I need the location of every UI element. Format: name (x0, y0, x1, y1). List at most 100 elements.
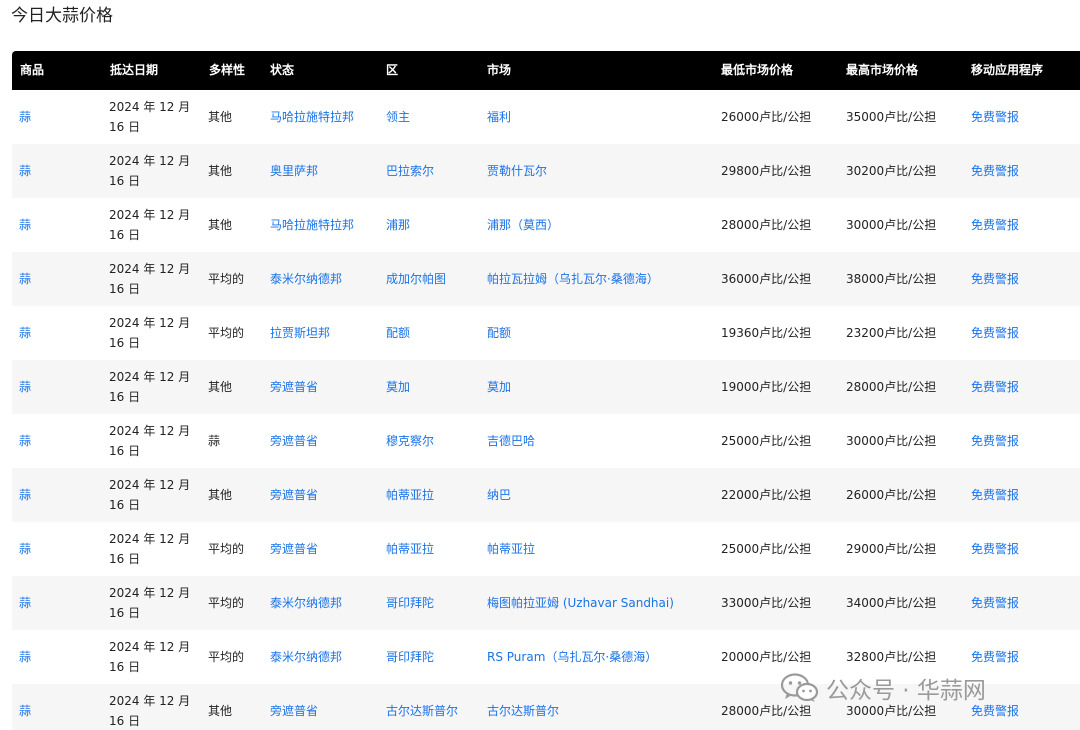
market-link[interactable]: 帕蒂亚拉 (487, 522, 535, 576)
arrival-date: 2024 年 12 月 16 日 (109, 100, 191, 134)
header-min-price: 最低市场价格 (721, 63, 794, 77)
arrival-date: 2024 年 12 月 16 日 (109, 586, 191, 620)
variety-text: 平均的 (208, 542, 245, 556)
variety-text: 其他 (208, 380, 233, 394)
state-link[interactable]: 马哈拉施特拉邦 (270, 198, 354, 252)
commodity-link[interactable]: 蒜 (19, 144, 31, 198)
arrival-date: 2024 年 12 月 16 日 (109, 694, 191, 728)
state-link[interactable]: 拉贾斯坦邦 (270, 306, 330, 360)
district-link[interactable]: 哥印拜陀 (386, 576, 434, 630)
state-link[interactable]: 泰米尔纳德邦 (270, 252, 342, 306)
state-link[interactable]: 旁遮普省 (270, 468, 318, 522)
market-link[interactable]: 浦那（莫西） (487, 198, 559, 252)
arrival-date: 2024 年 12 月 16 日 (109, 208, 191, 242)
commodity-link[interactable]: 蒜 (19, 522, 31, 576)
market-link[interactable]: RS Puram（乌扎瓦尔·桑德海） (487, 630, 657, 684)
district-link[interactable]: 成加尔帕图 (386, 252, 446, 306)
state-link[interactable]: 泰米尔纳德邦 (270, 630, 342, 684)
commodity-link[interactable]: 蒜 (19, 306, 31, 360)
market-link[interactable]: 帕拉瓦拉姆（乌扎瓦尔·桑德海） (487, 252, 659, 306)
district-link[interactable]: 莫加 (386, 360, 410, 414)
free-alert-link[interactable]: 免费警报 (971, 522, 1019, 576)
commodity-link[interactable]: 蒜 (19, 90, 31, 144)
free-alert-link[interactable]: 免费警报 (971, 252, 1019, 306)
arrival-date: 2024 年 12 月 16 日 (109, 154, 191, 188)
min-price: 19360卢比/公担 (721, 326, 812, 340)
market-link[interactable]: 配额 (487, 306, 511, 360)
header-district: 区 (386, 63, 399, 77)
market-link[interactable]: 纳巴 (487, 468, 511, 522)
commodity-link[interactable]: 蒜 (19, 630, 31, 684)
state-link[interactable]: 旁遮普省 (270, 414, 318, 468)
arrival-date: 2024 年 12 月 16 日 (109, 262, 191, 296)
district-link[interactable]: 配额 (386, 306, 410, 360)
variety-text: 其他 (208, 218, 233, 232)
free-alert-link[interactable]: 免费警报 (971, 414, 1019, 468)
district-link[interactable]: 领主 (386, 90, 410, 144)
table-row: 蒜 2024 年 12 月 16 日 蒜 旁遮普省 穆克察尔 吉德巴哈 2500… (12, 414, 1080, 468)
state-link[interactable]: 泰米尔纳德邦 (270, 576, 342, 630)
variety-text: 其他 (208, 488, 233, 502)
district-link[interactable]: 古尔达斯普尔 (386, 684, 458, 730)
table-row: 蒜 2024 年 12 月 16 日 其他 旁遮普省 帕蒂亚拉 纳巴 22000… (12, 468, 1080, 522)
district-link[interactable]: 浦那 (386, 198, 410, 252)
table-body: 蒜 2024 年 12 月 16 日 其他 马哈拉施特拉邦 领主 福利 2600… (12, 90, 1080, 730)
market-link[interactable]: 福利 (487, 90, 511, 144)
arrival-date: 2024 年 12 月 16 日 (109, 424, 191, 458)
min-price: 26000卢比/公担 (721, 110, 812, 124)
table-row: 蒜 2024 年 12 月 16 日 平均的 旁遮普省 帕蒂亚拉 帕蒂亚拉 25… (12, 522, 1080, 576)
free-alert-link[interactable]: 免费警报 (971, 630, 1019, 684)
state-link[interactable]: 旁遮普省 (270, 684, 318, 730)
market-link[interactable]: 贾勒什瓦尔 (487, 144, 547, 198)
table-row: 蒜 2024 年 12 月 16 日 平均的 泰米尔纳德邦 哥印拜陀 梅图帕拉亚… (12, 576, 1080, 630)
free-alert-link[interactable]: 免费警报 (971, 360, 1019, 414)
header-date: 抵达日期 (110, 63, 159, 77)
market-link[interactable]: 古尔达斯普尔 (487, 684, 559, 730)
table-row: 蒜 2024 年 12 月 16 日 其他 旁遮普省 古尔达斯普尔 古尔达斯普尔… (12, 684, 1080, 730)
min-price: 28000卢比/公担 (721, 704, 812, 718)
market-link[interactable]: 吉德巴哈 (487, 414, 535, 468)
market-link[interactable]: 莫加 (487, 360, 511, 414)
commodity-link[interactable]: 蒜 (19, 576, 31, 630)
commodity-link[interactable]: 蒜 (19, 414, 31, 468)
district-link[interactable]: 巴拉索尔 (386, 144, 434, 198)
state-link[interactable]: 旁遮普省 (270, 522, 318, 576)
free-alert-link[interactable]: 免费警报 (971, 684, 1019, 730)
free-alert-link[interactable]: 免费警报 (971, 90, 1019, 144)
district-link[interactable]: 哥印拜陀 (386, 630, 434, 684)
min-price: 29800卢比/公担 (721, 164, 812, 178)
free-alert-link[interactable]: 免费警报 (971, 468, 1019, 522)
variety-text: 其他 (208, 110, 233, 124)
state-link[interactable]: 奥里萨邦 (270, 144, 318, 198)
arrival-date: 2024 年 12 月 16 日 (109, 532, 191, 566)
max-price: 29000卢比/公担 (846, 542, 937, 556)
max-price: 30000卢比/公担 (846, 704, 937, 718)
state-link[interactable]: 旁遮普省 (270, 360, 318, 414)
district-link[interactable]: 帕蒂亚拉 (386, 468, 434, 522)
variety-text: 平均的 (208, 650, 245, 664)
max-price: 35000卢比/公担 (846, 110, 937, 124)
district-link[interactable]: 穆克察尔 (386, 414, 434, 468)
commodity-link[interactable]: 蒜 (19, 360, 31, 414)
min-price: 33000卢比/公担 (721, 596, 812, 610)
state-link[interactable]: 马哈拉施特拉邦 (270, 90, 354, 144)
free-alert-link[interactable]: 免费警报 (971, 576, 1019, 630)
commodity-link[interactable]: 蒜 (19, 198, 31, 252)
commodity-link[interactable]: 蒜 (19, 252, 31, 306)
commodity-link[interactable]: 蒜 (19, 684, 31, 730)
arrival-date: 2024 年 12 月 16 日 (109, 370, 191, 404)
header-market: 市场 (487, 63, 512, 77)
free-alert-link[interactable]: 免费警报 (971, 144, 1019, 198)
commodity-link[interactable]: 蒜 (19, 468, 31, 522)
free-alert-link[interactable]: 免费警报 (971, 306, 1019, 360)
variety-text: 蒜 (208, 434, 221, 448)
max-price: 38000卢比/公担 (846, 272, 937, 286)
max-price: 32800卢比/公担 (846, 650, 937, 664)
arrival-date: 2024 年 12 月 16 日 (109, 640, 191, 674)
min-price: 22000卢比/公担 (721, 488, 812, 502)
free-alert-link[interactable]: 免费警报 (971, 198, 1019, 252)
district-link[interactable]: 帕蒂亚拉 (386, 522, 434, 576)
market-link[interactable]: 梅图帕拉亚姆 (Uzhavar Sandhai) (487, 576, 674, 630)
variety-text: 平均的 (208, 326, 245, 340)
arrival-date: 2024 年 12 月 16 日 (109, 478, 191, 512)
